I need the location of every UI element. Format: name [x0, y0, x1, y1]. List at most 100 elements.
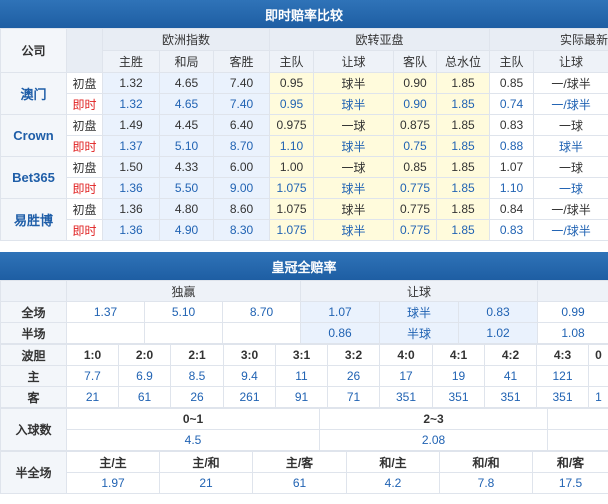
away-score-odds[interactable]: 71	[327, 386, 380, 408]
actual-handicap-odds[interactable]: 一/球半	[533, 72, 608, 94]
actual-handicap-odds[interactable]: 一/球半	[533, 219, 608, 241]
ht-ft-odds[interactable]: 7.8	[439, 472, 533, 494]
asia-away-odds[interactable]: 0.85	[393, 156, 438, 178]
home-score-odds[interactable]: 19	[432, 365, 485, 387]
draw-odds[interactable]: 4.33	[159, 156, 214, 178]
draw-odds[interactable]: 4.80	[159, 198, 214, 220]
actual-home-odds[interactable]: 1.07	[489, 156, 535, 178]
total-water-odds[interactable]: 1.85	[436, 156, 491, 178]
home-score-odds[interactable]: 11	[275, 365, 328, 387]
ht-ft-odds[interactable]: 61	[252, 472, 347, 494]
asia-home-odds[interactable]: 0.95	[269, 72, 315, 94]
home-score-odds[interactable]: 26	[327, 365, 380, 387]
full-odds-cell[interactable]: 0.83	[458, 301, 539, 323]
draw-odds[interactable]: 4.65	[159, 72, 214, 94]
draw-odds[interactable]: 5.10	[159, 135, 214, 157]
away-win-odds[interactable]: 7.40	[212, 93, 271, 115]
company-name-link[interactable]: Crown	[0, 114, 67, 157]
asia-home-odds[interactable]: 1.075	[269, 219, 315, 241]
away-win-odds[interactable]: 8.70	[212, 135, 271, 157]
away-score-odds[interactable]: 26	[170, 386, 224, 408]
asia-handicap-odds[interactable]: 球半	[313, 219, 395, 241]
asia-home-odds[interactable]: 1.075	[269, 198, 315, 220]
company-name-link[interactable]: 澳门	[0, 72, 67, 115]
half-odds-cell[interactable]: 1.08	[537, 322, 608, 344]
actual-home-odds[interactable]: 0.83	[489, 219, 535, 241]
total-water-odds[interactable]: 1.85	[436, 219, 491, 241]
half-odds-cell[interactable]: 0.86	[300, 322, 381, 344]
asia-home-odds[interactable]: 1.10	[269, 135, 315, 157]
home-score-odds[interactable]: 9.4	[223, 365, 276, 387]
away-score-odds[interactable]: 351	[536, 386, 589, 408]
goals-0-1-odds[interactable]: 4.5	[66, 429, 320, 451]
company-name-link[interactable]: Bet365	[0, 156, 67, 199]
draw-odds[interactable]: 4.90	[159, 219, 214, 241]
away-win-odds[interactable]: 6.00	[212, 156, 271, 178]
full-odds-cell[interactable]: 1.37	[66, 301, 145, 323]
ht-ft-odds[interactable]: 17.5	[532, 472, 608, 494]
asia-handicap-odds[interactable]: 球半	[313, 72, 395, 94]
actual-home-odds[interactable]: 0.83	[489, 114, 535, 136]
actual-handicap-odds[interactable]: 一球	[533, 114, 608, 136]
away-score-odds[interactable]: 91	[275, 386, 328, 408]
asia-away-odds[interactable]: 0.775	[393, 198, 438, 220]
full-odds-cell[interactable]: 5.10	[144, 301, 223, 323]
ht-ft-odds[interactable]: 4.2	[346, 472, 440, 494]
asia-handicap-odds[interactable]: 球半	[313, 93, 395, 115]
asia-home-odds[interactable]: 1.00	[269, 156, 315, 178]
actual-handicap-odds[interactable]: 一球	[533, 156, 608, 178]
home-win-odds[interactable]: 1.32	[102, 93, 160, 115]
actual-handicap-odds[interactable]: 球半	[533, 135, 608, 157]
actual-handicap-odds[interactable]: 一球	[533, 177, 608, 199]
asia-handicap-odds[interactable]: 一球	[313, 156, 395, 178]
away-score-odds[interactable]: 351	[379, 386, 433, 408]
away-win-odds[interactable]: 8.30	[212, 219, 271, 241]
goals-2-3-odds[interactable]: 2.08	[319, 429, 548, 451]
draw-odds[interactable]: 4.45	[159, 114, 214, 136]
away-score-odds[interactable]: 61	[118, 386, 171, 408]
ht-ft-odds[interactable]: 21	[159, 472, 253, 494]
total-water-odds[interactable]: 1.85	[436, 177, 491, 199]
actual-home-odds[interactable]: 0.85	[489, 72, 535, 94]
away-score-odds[interactable]: 1	[588, 386, 608, 408]
company-name-link[interactable]: 易胜博	[0, 198, 67, 241]
full-odds-cell[interactable]: 8.70	[221, 301, 302, 323]
draw-odds[interactable]: 4.65	[159, 93, 214, 115]
away-win-odds[interactable]: 7.40	[212, 72, 271, 94]
asia-away-odds[interactable]: 0.75	[393, 135, 438, 157]
away-score-odds[interactable]: 351	[432, 386, 485, 408]
asia-away-odds[interactable]: 0.875	[393, 114, 438, 136]
home-score-odds[interactable]: 121	[536, 365, 589, 387]
away-score-odds[interactable]: 261	[223, 386, 276, 408]
home-score-odds[interactable]: 41	[484, 365, 537, 387]
home-win-odds[interactable]: 1.36	[102, 177, 160, 199]
asia-home-odds[interactable]: 1.075	[269, 177, 315, 199]
home-score-odds[interactable]: 7.7	[66, 365, 119, 387]
asia-away-odds[interactable]: 0.775	[393, 219, 438, 241]
home-score-odds[interactable]: 8.5	[170, 365, 224, 387]
total-water-odds[interactable]: 1.85	[436, 93, 491, 115]
total-water-odds[interactable]: 1.85	[436, 135, 491, 157]
home-win-odds[interactable]: 1.49	[102, 114, 160, 136]
actual-home-odds[interactable]: 0.88	[489, 135, 535, 157]
asia-away-odds[interactable]: 0.90	[393, 93, 438, 115]
away-win-odds[interactable]: 9.00	[212, 177, 271, 199]
total-water-odds[interactable]: 1.85	[436, 114, 491, 136]
full-odds-cell[interactable]: 0.99	[537, 301, 608, 323]
actual-handicap-odds[interactable]: 一/球半	[533, 93, 608, 115]
full-odds-cell[interactable]: 1.07	[300, 301, 381, 323]
actual-home-odds[interactable]: 0.84	[489, 198, 535, 220]
actual-handicap-odds[interactable]: 一/球半	[533, 198, 608, 220]
actual-home-odds[interactable]: 1.10	[489, 177, 535, 199]
home-win-odds[interactable]: 1.36	[102, 219, 160, 241]
asia-handicap-odds[interactable]: 球半	[313, 135, 395, 157]
total-water-odds[interactable]: 1.85	[436, 72, 491, 94]
home-score-odds[interactable]: 6.9	[118, 365, 171, 387]
away-win-odds[interactable]: 6.40	[212, 114, 271, 136]
away-score-odds[interactable]: 21	[66, 386, 119, 408]
half-odds-cell[interactable]: 1.02	[458, 322, 539, 344]
full-odds-cell[interactable]: 球半	[379, 301, 460, 323]
total-water-odds[interactable]: 1.85	[436, 198, 491, 220]
away-score-odds[interactable]: 351	[484, 386, 537, 408]
home-score-odds[interactable]: 17	[379, 365, 433, 387]
